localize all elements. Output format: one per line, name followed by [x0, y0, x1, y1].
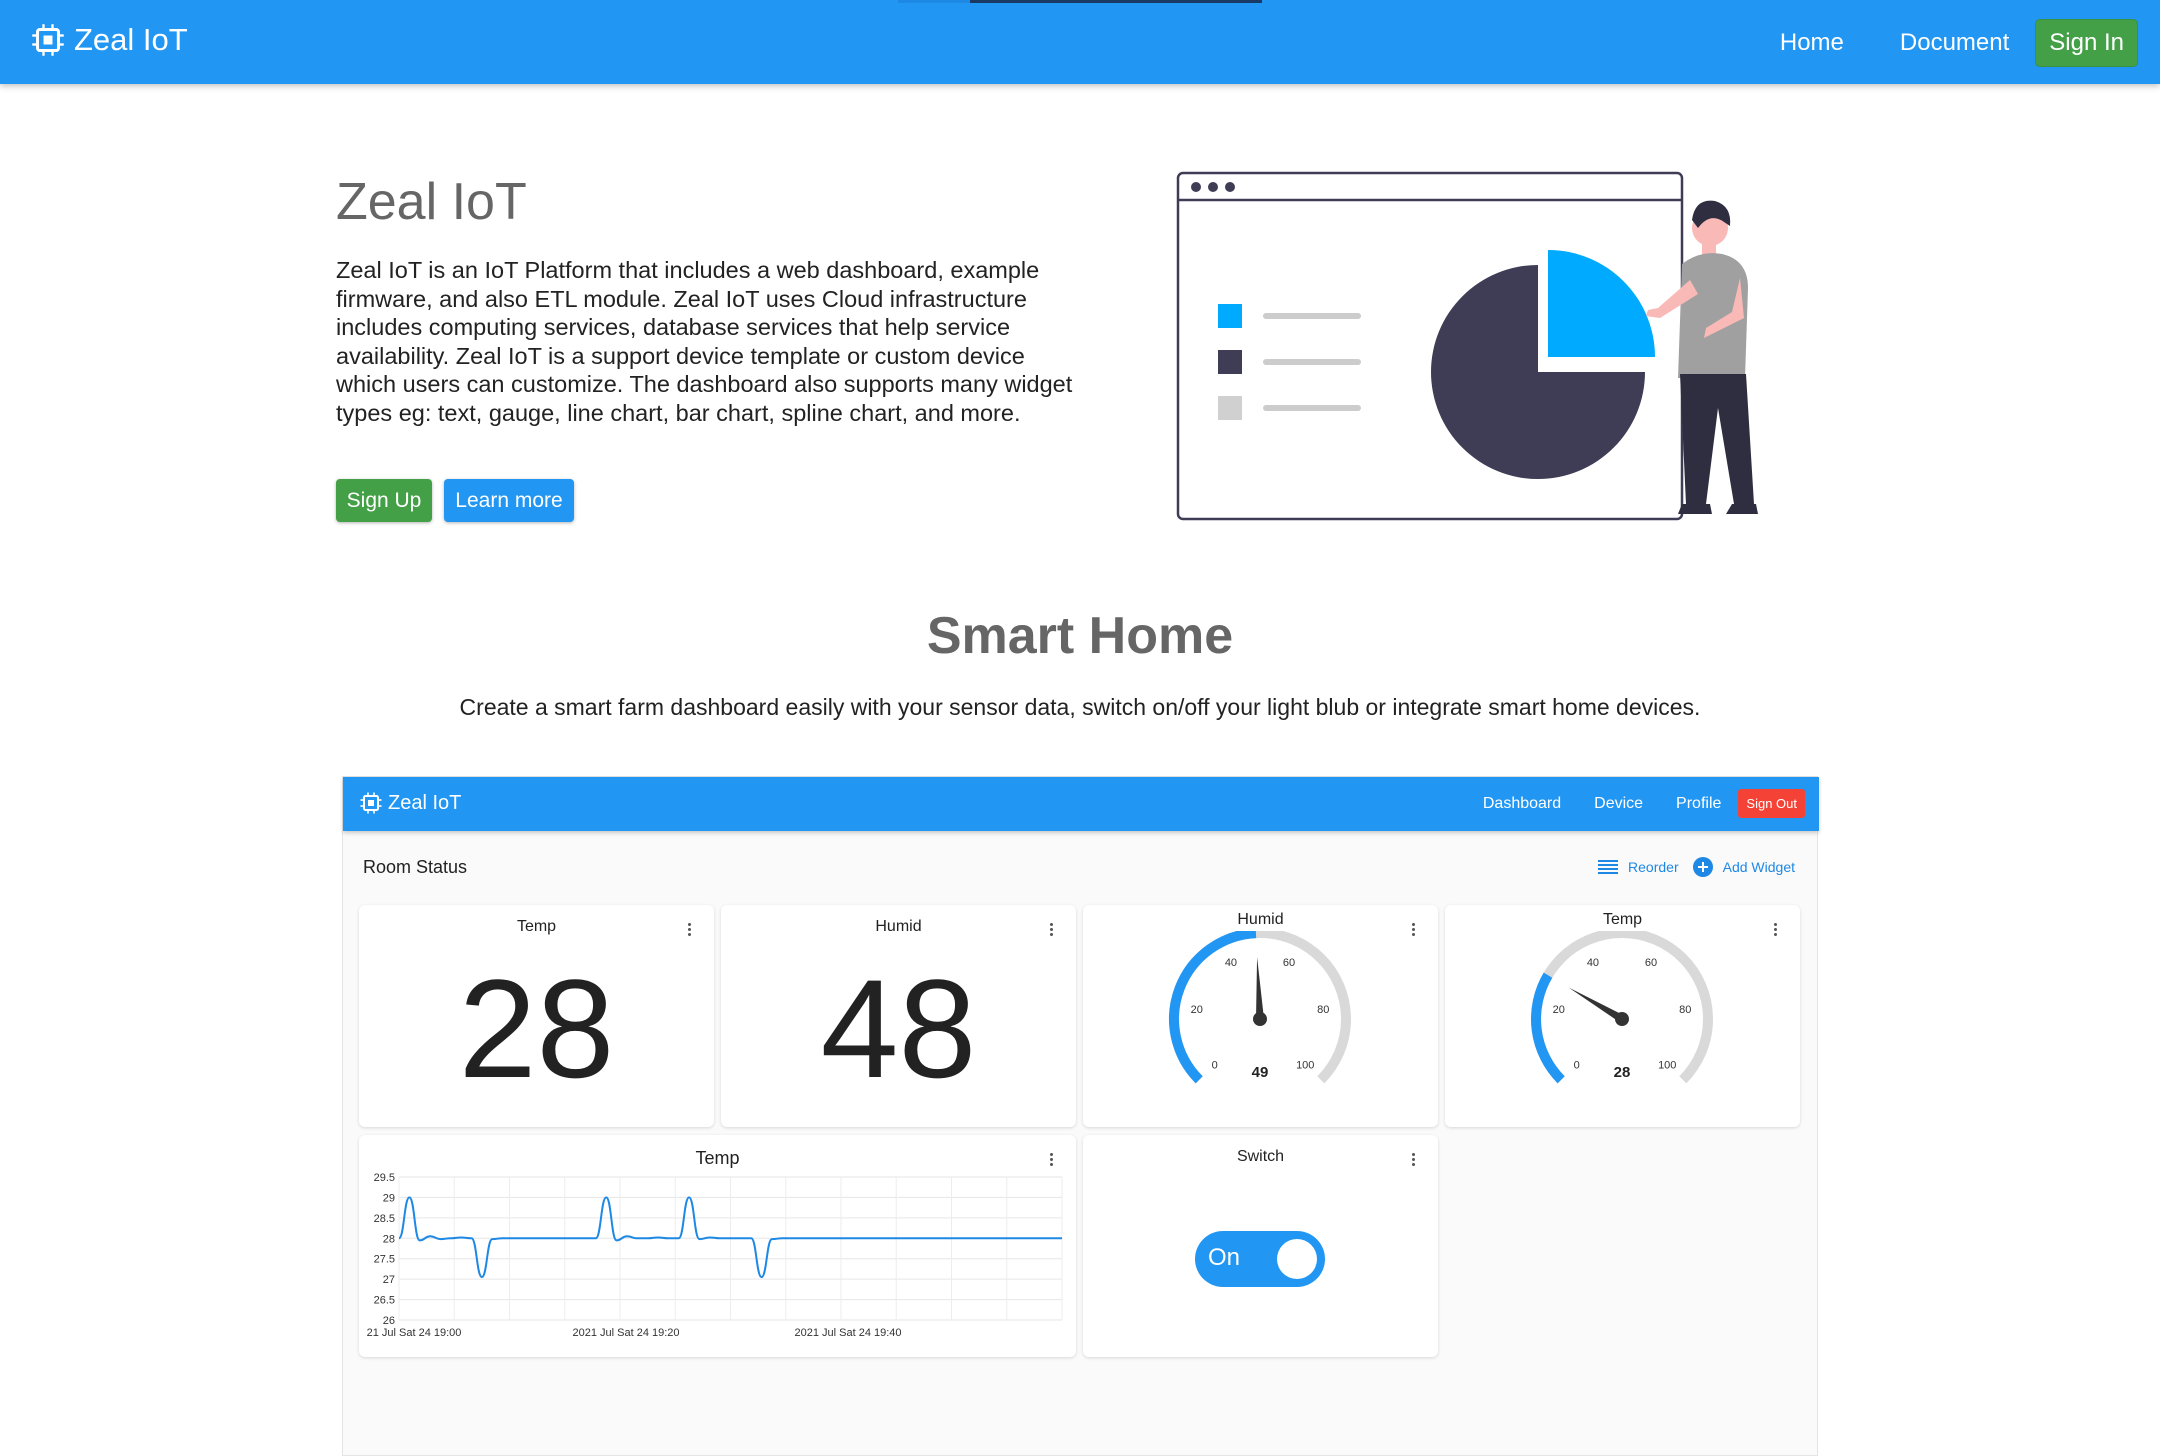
gauge-tick-label: 60	[1645, 957, 1657, 969]
humid-gauge-widget: Humid 0 20 40 60 80 100 49	[1083, 905, 1438, 1127]
chart-y-tick: 28.5	[374, 1213, 395, 1225]
dashboard-tools: Reorder Add Widget	[1598, 857, 1795, 877]
chart-y-tick: 28	[383, 1233, 395, 1245]
main-nav: Home Document Sign In	[1724, 19, 2138, 67]
brand-name: Zeal IoT	[74, 22, 188, 57]
gauge-tick-label: 40	[1587, 957, 1599, 969]
add-circle-icon[interactable]	[1692, 857, 1713, 877]
temp-gauge-widget: Temp 0 20 40 60 80 100 28	[1445, 905, 1800, 1127]
hero-illustration	[1176, 171, 1758, 521]
room-status-title: Room Status	[363, 857, 468, 877]
gauge-tick-label: 80	[1317, 1004, 1329, 1016]
gauge-tick-label: 20	[1191, 1004, 1203, 1016]
toggle-state-label: On	[1208, 1244, 1241, 1271]
nav-document-link[interactable]: Document	[1900, 29, 2009, 57]
gauge-fill	[1169, 931, 1257, 1084]
loading-progress-bar	[898, 0, 1262, 3]
chart-y-tick: 27.5	[374, 1254, 395, 1266]
chart-x-tick: 21 Jul Sat 24 19:00	[367, 1327, 462, 1339]
gauge-tick-label: 40	[1225, 957, 1237, 969]
gauge-hub	[1615, 1012, 1629, 1026]
humid-gauge: 0 20 40 60 80 100 49	[1169, 931, 1351, 1084]
humid-value: 48	[820, 950, 977, 1107]
chart-x-tick: 2021 Jul Sat 24 19:20	[572, 1327, 679, 1339]
reorder-icon[interactable]	[1598, 859, 1619, 875]
hero-title: Zeal IoT	[336, 173, 527, 231]
dashboard-preview: Zeal IoT Dashboard Device Profile Sign O…	[342, 776, 1819, 1456]
temp-chart-widget: Temp 29.5 29 28.5 28 27.5 27 26.5 26 21 Jul Sat …	[359, 1135, 1076, 1357]
hero-description: Zeal IoT is an IoT Platform that include…	[336, 257, 1073, 426]
dash-nav-profile[interactable]: Profile	[1676, 795, 1721, 813]
temp-text-widget: Temp 28	[359, 905, 714, 1127]
temp-value: 28	[458, 950, 615, 1107]
gauge-tick-label: 100	[1296, 1059, 1314, 1071]
add-widget-button[interactable]: Add Widget	[1723, 859, 1795, 875]
chip-icon	[360, 792, 382, 814]
top-navbar: Zeal IoT Home Document Sign In	[0, 0, 2160, 84]
sign-in-button[interactable]: Sign In	[2035, 19, 2138, 67]
dash-nav-device[interactable]: Device	[1594, 795, 1643, 813]
chart-y-tick: 29.5	[374, 1172, 395, 1184]
temp-line-chart: 29.5 29 28.5 28 27.5 27 26.5 2621 Jul Sat 24 19…	[367, 1172, 1063, 1339]
switch-widget: Switch On	[1083, 1135, 1438, 1357]
chart-y-tick: 27	[383, 1274, 395, 1286]
sign-up-button[interactable]: Sign Up	[336, 479, 432, 522]
dashboard-navbar: Zeal IoT Dashboard Device Profile Sign O…	[343, 777, 1819, 831]
gauge-tick-label: 100	[1658, 1059, 1676, 1071]
chip-icon	[32, 24, 64, 56]
humid-text-widget: Humid 48	[721, 905, 1076, 1127]
chart-y-tick: 26	[383, 1315, 395, 1327]
gauge-tick-label: 0	[1212, 1059, 1218, 1071]
learn-more-button[interactable]: Learn more	[444, 479, 574, 522]
light-toggle-switch[interactable]: On	[1195, 1231, 1325, 1287]
brand-link[interactable]: Zeal IoT	[30, 22, 188, 58]
gauge-value: 28	[1614, 1064, 1631, 1081]
section-title: Smart Home	[926, 607, 1234, 665]
more-vert-icon[interactable]	[1412, 1153, 1416, 1167]
gauge-fill	[1531, 972, 1565, 1084]
more-vert-icon[interactable]	[1050, 923, 1054, 937]
widget-title: Temp	[516, 918, 557, 935]
nav-home-link[interactable]: Home	[1780, 29, 1844, 57]
gauge-tick-label: 20	[1553, 1004, 1565, 1016]
more-vert-icon[interactable]	[1412, 923, 1416, 937]
gauge-hub	[1253, 1012, 1267, 1026]
dashboard-brand[interactable]: Zeal IoT	[359, 791, 461, 815]
dashboard-nav: Dashboard Device Profile Sign Out	[1450, 789, 1805, 818]
temp-gauge: 0 20 40 60 80 100 28	[1531, 931, 1713, 1084]
dashboard-brand-name: Zeal IoT	[388, 791, 462, 814]
widget-title: Switch	[1236, 1148, 1285, 1165]
toggle-knob[interactable]	[1277, 1239, 1317, 1279]
gauge-tick-label: 0	[1574, 1059, 1580, 1071]
gauge-value: 49	[1252, 1064, 1269, 1081]
more-vert-icon[interactable]	[1774, 923, 1778, 937]
chart-x-tick: 2021 Jul Sat 24 19:40	[794, 1327, 901, 1339]
more-vert-icon[interactable]	[688, 923, 692, 937]
gauge-tick-label: 60	[1283, 957, 1295, 969]
widget-title: Humid	[875, 918, 922, 935]
gauge-needle	[1256, 957, 1264, 1020]
chart-y-tick: 26.5	[374, 1295, 395, 1307]
reorder-button[interactable]: Reorder	[1628, 859, 1679, 875]
chart-y-tick: 29	[383, 1192, 395, 1204]
section-subtitle: Create a smart farm dashboard easily wit…	[459, 694, 1701, 720]
widget-title: Humid	[1237, 911, 1284, 928]
sign-out-button[interactable]: Sign Out	[1738, 789, 1805, 818]
widget-title: Temp	[1602, 911, 1643, 928]
gauge-tick-label: 80	[1679, 1004, 1691, 1016]
dash-nav-dashboard[interactable]: Dashboard	[1483, 795, 1561, 813]
